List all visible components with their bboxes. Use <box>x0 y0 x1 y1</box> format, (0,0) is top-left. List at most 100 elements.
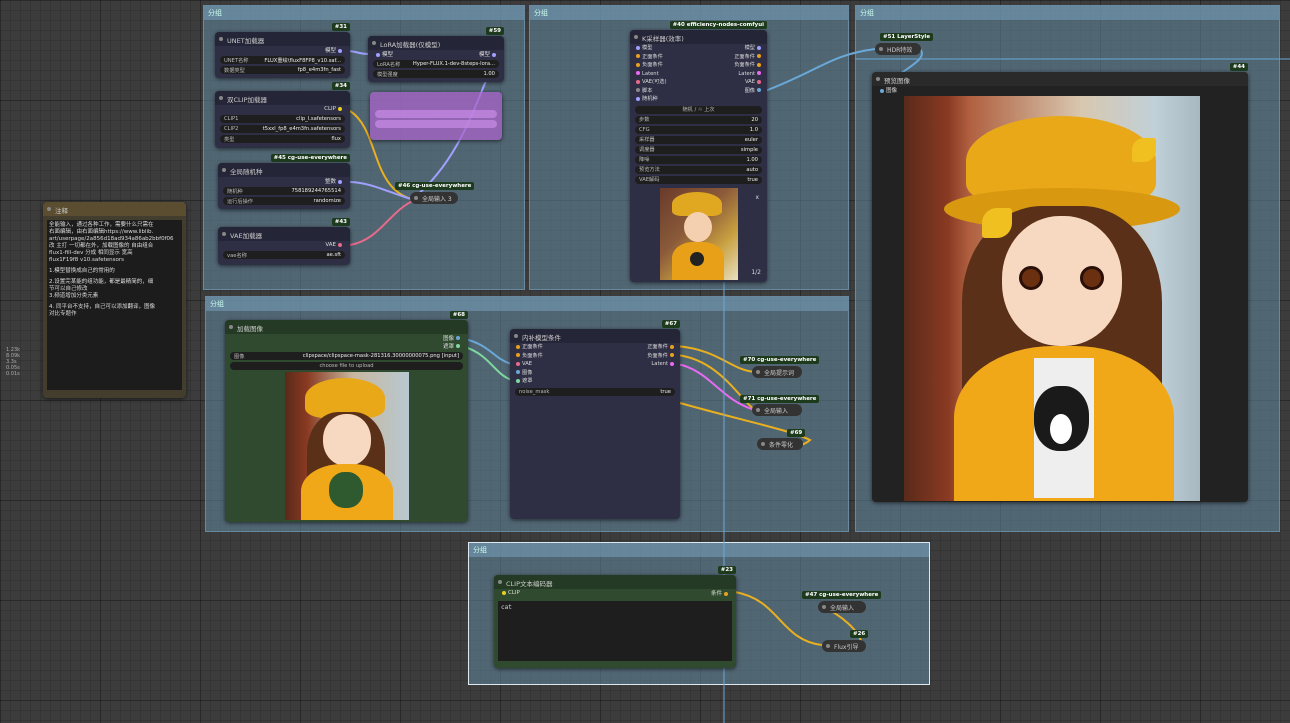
input-row[interactable]: VAE <box>514 360 543 369</box>
input-row[interactable]: 正面条件 <box>634 53 666 62</box>
unet-loader-node[interactable]: #31 UNET加载器 模型 UNET名称 FLUX重绘\fluxF8FP8_v1… <box>215 23 350 78</box>
hdr-effect-node[interactable]: HDR特效 <box>875 43 921 55</box>
eye-right <box>1080 266 1104 290</box>
output-socket[interactable] <box>338 48 342 53</box>
model-strength-input[interactable]: 模型强度 1.00 <box>373 70 499 78</box>
vae-loader-node[interactable]: #43 VAE加载器 VAE vae名称 ae.sft <box>218 218 350 265</box>
input-label: 随机种 <box>642 96 658 102</box>
input-label: VAE <box>522 361 533 367</box>
prompt-textarea[interactable]: cat <box>498 601 732 661</box>
output-row[interactable]: 正面条件 <box>734 53 763 62</box>
output-socket[interactable] <box>338 179 342 184</box>
noise-mask-toggle[interactable]: noise_mask true <box>515 387 675 396</box>
input-row[interactable]: 图像 <box>514 369 543 378</box>
clip-type-select[interactable]: 类型 flux <box>220 135 345 143</box>
inpaint-condition-node[interactable]: #67 内补模型条件 正面条件 负面条件 VAE 图像 遮罩 正面条件 负面条件… <box>510 320 680 519</box>
output-socket[interactable] <box>724 591 728 596</box>
output-row[interactable]: 正面条件 <box>647 343 676 352</box>
seed-control-button[interactable]: 随机 / ♲ 上次 <box>635 105 762 114</box>
preview-method-select[interactable]: 预览方法 auto <box>635 165 762 174</box>
dual-clip-loader-node[interactable]: #34 双CLIP加载器 CLIP CLIP1 clip_l.safetensor… <box>215 82 350 148</box>
node-tag: #71 cg-use-everywhere <box>740 395 820 403</box>
preview-image-node[interactable]: #44 预览图像 图像 <box>872 63 1248 502</box>
node-title: VAE加载器 <box>230 232 263 240</box>
bypassed-node[interactable] <box>370 92 502 140</box>
unet-name-select[interactable]: UNET名称 FLUX重绘\fluxF8FP8_v10.saf... <box>220 56 345 64</box>
preview-output-image <box>904 96 1200 501</box>
load-image-node[interactable]: #68 加载图像 图像 遮罩 图像 clipspace/clipspace-mas… <box>225 311 468 522</box>
output-socket[interactable] <box>338 106 342 111</box>
input-row[interactable]: 模型 <box>634 44 666 53</box>
upload-button[interactable]: choose file to upload <box>230 362 463 370</box>
steps-input[interactable]: 步数 20 <box>635 115 762 124</box>
output-row[interactable]: VAE <box>734 78 763 87</box>
output-socket[interactable] <box>456 344 460 348</box>
cat-chest <box>1050 414 1072 444</box>
output-row[interactable]: Latent <box>647 360 676 369</box>
flux-guidance-node[interactable]: Flux引导 <box>822 640 866 652</box>
output-socket[interactable] <box>338 242 342 247</box>
output-row[interactable]: 图像 <box>734 87 763 96</box>
after-run-select[interactable]: 运行后操作 randomize <box>223 197 345 205</box>
vae-decode-toggle[interactable]: VAE解码 true <box>635 175 762 184</box>
input-row[interactable]: Latent <box>634 70 666 79</box>
note-line: flux1-fill-dev 分成 相同显示 宽高 <box>49 250 133 256</box>
lora-name-select[interactable]: LoRA名称 Hyper-FLUX.1-dev-8steps-lora... <box>373 60 499 68</box>
input-row[interactable]: VAE(可选) <box>634 78 666 87</box>
input-row[interactable]: 正面条件 <box>514 343 543 352</box>
cat-shape <box>690 252 704 266</box>
input-row[interactable]: 脚本 <box>634 87 666 96</box>
input-socket[interactable] <box>880 88 884 93</box>
widget-label: 随机种 <box>227 188 243 195</box>
input-label: 负面条件 <box>642 62 663 68</box>
output-socket[interactable] <box>492 52 496 57</box>
output-row[interactable]: 模型 <box>734 44 763 53</box>
output-socket[interactable] <box>456 336 460 340</box>
image-select[interactable]: 图像 clipspace/clipspace-mask-281316.300000… <box>230 352 463 360</box>
node-id-badge: #59 <box>485 27 504 35</box>
input-socket[interactable] <box>376 52 380 57</box>
note-text[interactable]: 全能输入，通过各种工作，需要什么只需在 右面编辑，由右面编辑https://ww… <box>47 220 182 390</box>
node-title: 加载图像 <box>237 325 263 333</box>
seed-input[interactable]: 随机种 758189244765514 <box>223 187 345 195</box>
output-socket <box>757 71 761 75</box>
anywhere-node-70[interactable]: 全局提示词 <box>752 366 802 378</box>
clip2-select[interactable]: CLIP2 t5xxl_fp8_e4m3fn.safetensors <box>220 125 345 133</box>
clip-text-encode-node[interactable]: #23 CLIP文本编码器 CLIP 条件 cat <box>494 566 736 668</box>
output-row[interactable]: 负面条件 <box>734 61 763 70</box>
output-row[interactable]: Latent <box>734 70 763 79</box>
close-icon[interactable]: x <box>755 194 759 201</box>
clip1-select[interactable]: CLIP1 clip_l.safetensors <box>220 115 345 123</box>
input-socket <box>636 79 640 84</box>
widget-value: 1.0 <box>749 126 758 133</box>
lora-loader-node[interactable]: #59 LoRA加载器(仅模型) 模型 模型 LoRA名称 Hyper-FLUX.1… <box>368 27 504 82</box>
node-id-badge: #23 <box>717 566 736 574</box>
condition-zero-node[interactable]: 条件零化 <box>757 438 803 450</box>
note-node[interactable]: 注释 全能输入，通过各种工作，需要什么只需在 右面编辑，由右面编辑https:/… <box>43 202 186 398</box>
sampler-select[interactable]: 采样器 euler <box>635 135 762 144</box>
bypassed-widget[interactable] <box>375 110 497 118</box>
input-row[interactable]: 负面条件 <box>514 352 543 361</box>
bypassed-widget[interactable] <box>375 120 497 128</box>
input-socket[interactable] <box>502 590 506 595</box>
inputs-column: 模型 正面条件 负面条件 Latent VAE(可选) 脚本 随机种 <box>634 44 666 104</box>
output-row[interactable]: 负面条件 <box>647 352 676 361</box>
output-label: Latent <box>651 361 668 367</box>
global-seed-node[interactable]: #45 cg-use-everywhere 全局随机种 整数 随机种 758189… <box>218 154 350 209</box>
output-socket <box>670 361 674 366</box>
io-columns: 正面条件 负面条件 VAE 图像 遮罩 正面条件 负面条件 Latent <box>510 343 680 386</box>
ksampler-node[interactable]: #40 efficiency-nodes-comfyui K采样器(效率) 模型… <box>630 21 767 282</box>
anywhere-node-46[interactable]: 全局输入 3 <box>410 192 458 204</box>
scheduler-select[interactable]: 调度器 simple <box>635 145 762 154</box>
anywhere-node-71[interactable]: 全局输入 <box>752 404 802 416</box>
input-row[interactable]: 负面条件 <box>634 61 666 70</box>
cfg-input[interactable]: CFG 1.0 <box>635 125 762 134</box>
outputs-column: 正面条件 负面条件 Latent <box>647 343 676 386</box>
dtype-select[interactable]: 数据类型 fp8_e4m3fn_fast <box>220 66 345 74</box>
denoise-input[interactable]: 降噪 1.00 <box>635 155 762 164</box>
wire <box>349 199 416 246</box>
anywhere-node-47[interactable]: 全局输入 <box>818 601 866 613</box>
vae-name-select[interactable]: vae名称 ae.sft <box>223 251 345 259</box>
input-row[interactable]: 遮罩 <box>514 377 543 386</box>
input-row[interactable]: 随机种 <box>634 95 666 104</box>
